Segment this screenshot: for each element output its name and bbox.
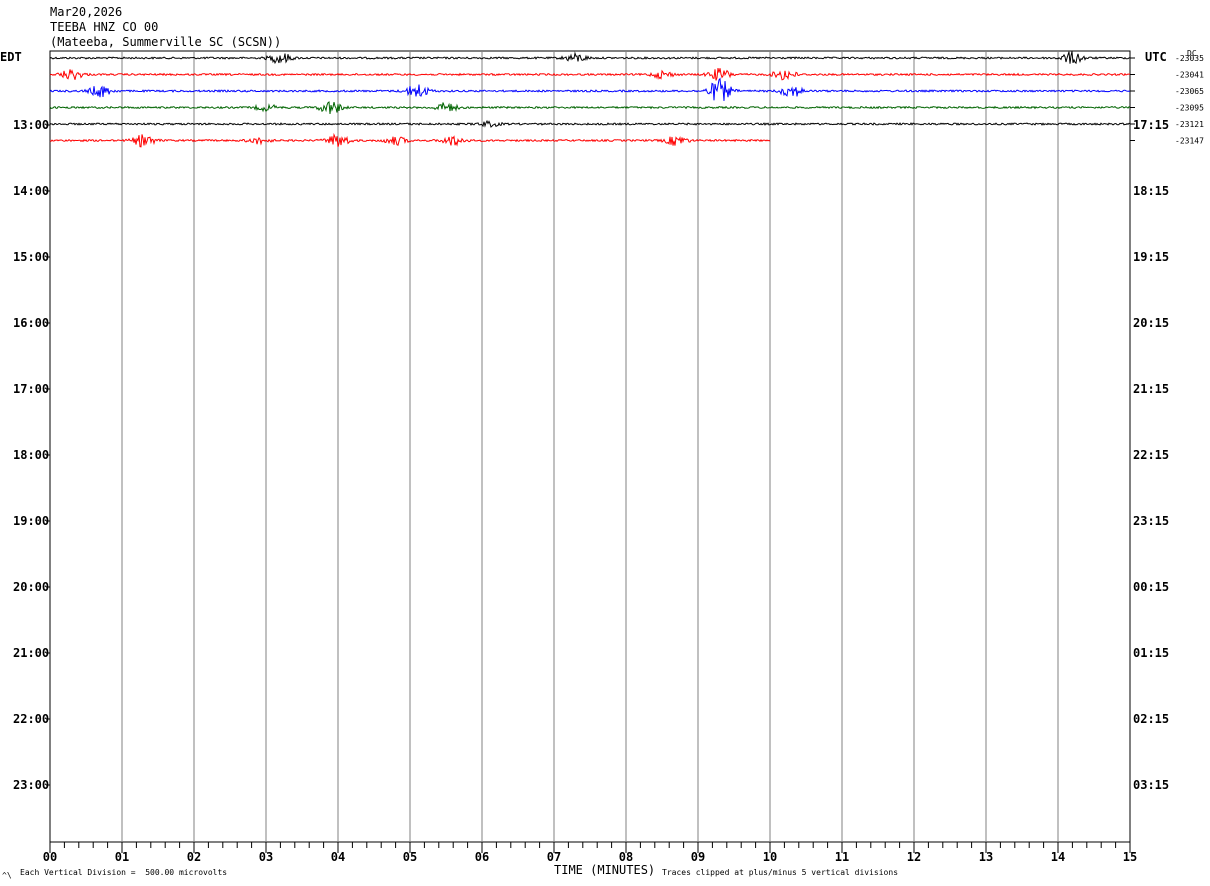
clipping-note: Traces clipped at plus/minus 5 vertical … bbox=[662, 868, 899, 877]
edt-hour-label: 16:00 bbox=[13, 316, 49, 330]
trace-line bbox=[49, 51, 1131, 65]
edt-hour-label: 17:00 bbox=[13, 382, 49, 396]
trace-offset-label: -23121 bbox=[1175, 120, 1204, 129]
utc-hour-label: 01:15 bbox=[1133, 646, 1169, 660]
grid-layer bbox=[49, 50, 1131, 843]
x-tick-label: 13 bbox=[979, 850, 993, 864]
x-tick-label: 06 bbox=[475, 850, 489, 864]
trace-line bbox=[49, 101, 1131, 114]
edt-hour-label: 14:00 bbox=[13, 184, 49, 198]
utc-hour-label: 18:15 bbox=[1133, 184, 1169, 198]
edt-hour-label: 15:00 bbox=[13, 250, 49, 264]
x-tick-label: 00 bbox=[43, 850, 57, 864]
vertical-division-note: Each Vertical Division = 500.00 microvol… bbox=[20, 868, 228, 877]
x-tick-label: 14 bbox=[1051, 850, 1065, 864]
trace-layer bbox=[49, 51, 1131, 148]
utc-hour-label: 02:15 bbox=[1133, 712, 1169, 726]
x-tick-label: 10 bbox=[763, 850, 777, 864]
trace-line bbox=[49, 67, 1131, 81]
trace-offset-label: -23095 bbox=[1175, 104, 1204, 113]
utc-hour-label: 17:15 bbox=[1133, 118, 1169, 132]
utc-hour-label: 21:15 bbox=[1133, 382, 1169, 396]
utc-hour-label: 19:15 bbox=[1133, 250, 1169, 264]
utc-hour-label: 23:15 bbox=[1133, 514, 1169, 528]
utc-hour-label: 22:15 bbox=[1133, 448, 1169, 462]
seismogram-plot: 13:00 14:00 15:00 16:00 17:00 18:00 19:00 20:00… bbox=[13, 50, 1204, 864]
corner-mark: ^\ bbox=[2, 871, 12, 880]
utc-hour-label: 00:15 bbox=[1133, 580, 1169, 594]
edt-hour-label: 20:00 bbox=[13, 580, 49, 594]
x-axis-title: TIME (MINUTES) bbox=[554, 863, 656, 877]
x-tick-label: 01 bbox=[115, 850, 129, 864]
edt-hour-label: 19:00 bbox=[13, 514, 49, 528]
edt-hour-label: 23:00 bbox=[13, 778, 49, 792]
trace-offset-label: -23147 bbox=[1175, 137, 1204, 146]
utc-hour-label: 20:15 bbox=[1133, 316, 1169, 330]
trace-line bbox=[49, 119, 1131, 128]
x-tick-label: 03 bbox=[259, 850, 273, 864]
x-tick-label: 11 bbox=[835, 850, 849, 864]
label-layer: 13:00 14:00 15:00 16:00 17:00 18:00 19:00 20:00… bbox=[13, 54, 1204, 792]
trace-line bbox=[49, 77, 1131, 101]
x-tick-label: 08 bbox=[619, 850, 633, 864]
trace-offset-label: -23041 bbox=[1175, 71, 1204, 80]
x-tick-label: 05 bbox=[403, 850, 417, 864]
edt-hour-label: 18:00 bbox=[13, 448, 49, 462]
x-tick-label: 12 bbox=[907, 850, 921, 864]
edt-hour-label: 21:00 bbox=[13, 646, 49, 660]
trace-offset-label: -23065 bbox=[1175, 87, 1204, 96]
utc-hour-label: 03:15 bbox=[1133, 778, 1169, 792]
x-tick-label: 07 bbox=[547, 850, 561, 864]
x-tick-label: 02 bbox=[187, 850, 201, 864]
edt-hour-label: 13:00 bbox=[13, 118, 49, 132]
edt-hour-label: 22:00 bbox=[13, 712, 49, 726]
trace-offset-label: -23035 bbox=[1175, 54, 1204, 63]
tick-layer: 00 01 02 03 04 05 06 07 08 09 10 11 12 13 14 15 bbox=[43, 842, 1137, 864]
x-tick-label: 09 bbox=[691, 850, 705, 864]
x-tick-label: 04 bbox=[331, 850, 345, 864]
plot-frame bbox=[49, 50, 1131, 843]
x-tick-label: 15 bbox=[1123, 850, 1137, 864]
